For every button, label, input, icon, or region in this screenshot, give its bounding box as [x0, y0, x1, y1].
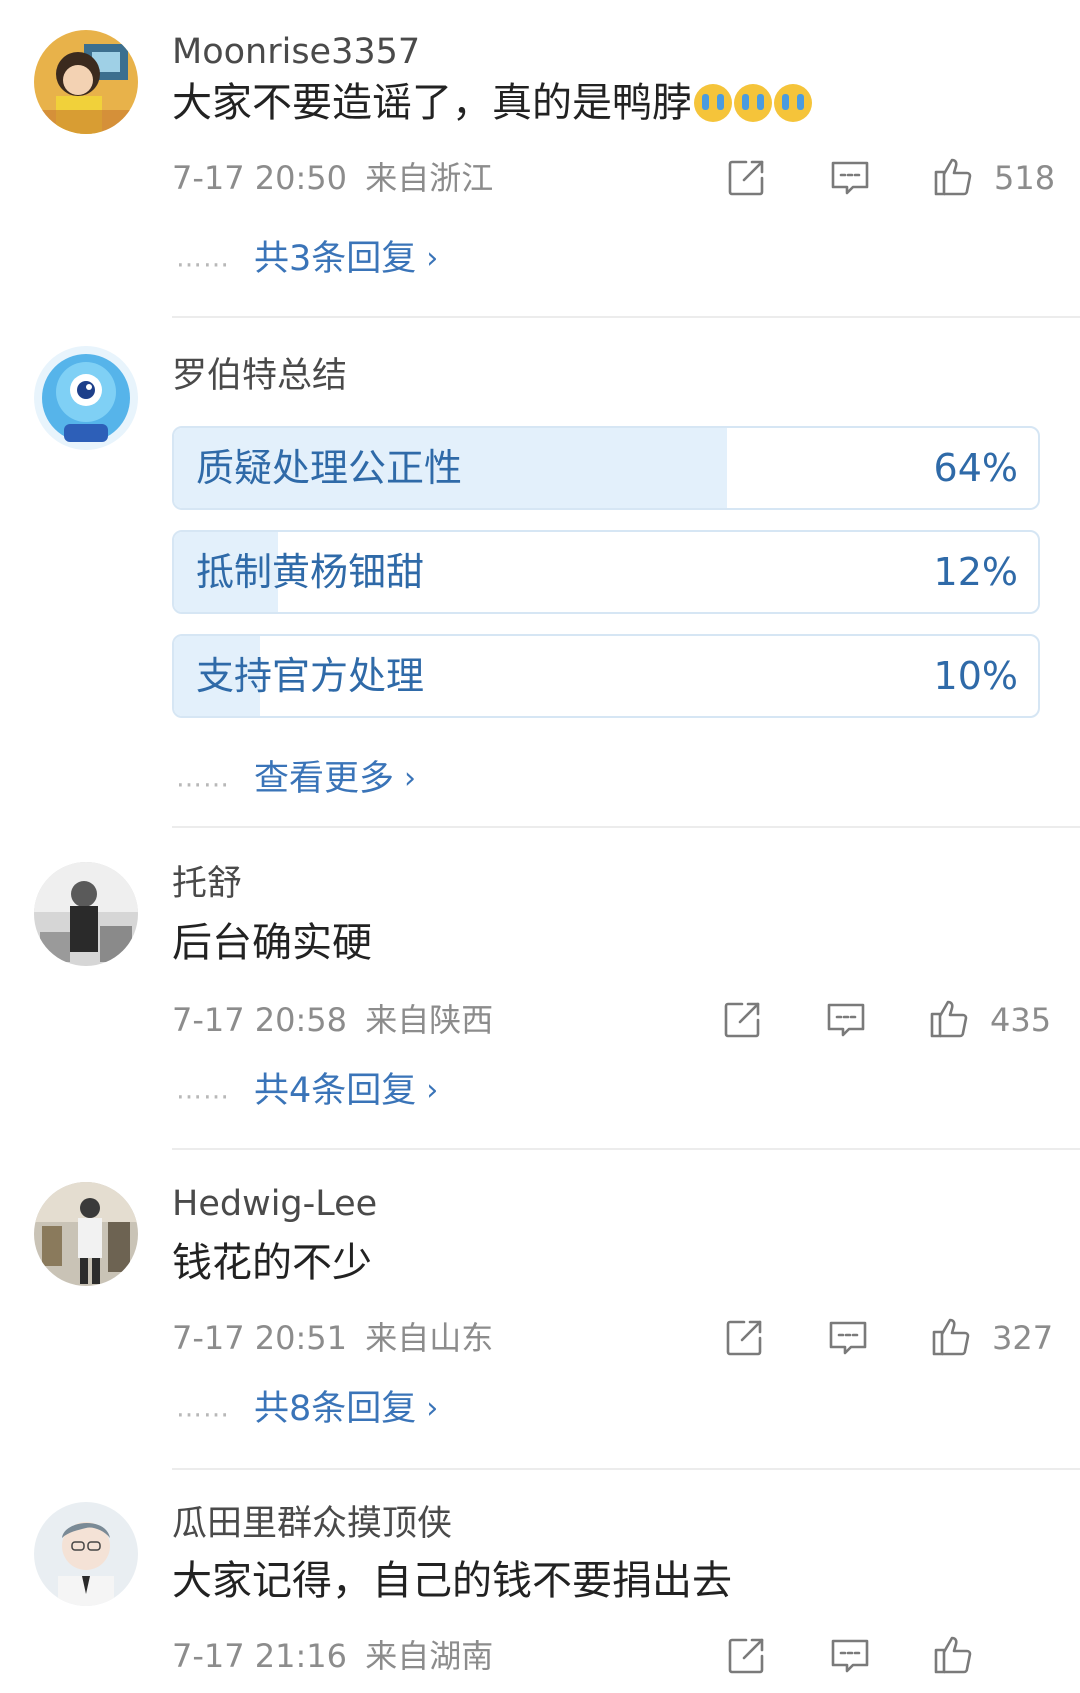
comment-item: Hedwig-Lee 钱花的不少 7-17 20:51 来自山东 327 …… 共…: [0, 1182, 1080, 1442]
like-count: 435: [990, 1001, 1052, 1039]
poll-option-label: 支持官方处理: [196, 654, 425, 698]
timestamp: 7-17 20:50: [172, 159, 348, 197]
like-count: 327: [992, 1319, 1054, 1357]
reply-row: …… 共8条回复 ›: [176, 1386, 438, 1431]
comment-icon[interactable]: [828, 1634, 872, 1678]
chevron-right-icon: ›: [404, 760, 417, 796]
like-count: 518: [994, 159, 1056, 197]
avatar[interactable]: [34, 1502, 138, 1606]
like-icon[interactable]: [928, 996, 972, 1040]
crying-emoji-icon: [734, 84, 772, 122]
location: 来自湖南: [365, 1637, 494, 1675]
dots: ……: [176, 763, 230, 794]
view-replies-link[interactable]: 共3条回复: [254, 239, 416, 279]
chevron-right-icon: ›: [426, 1390, 439, 1426]
comment-meta: 7-17 20:50 来自浙江: [172, 158, 493, 198]
username[interactable]: 罗伯特总结: [172, 354, 347, 398]
divider: [172, 316, 1080, 318]
dots: ……: [176, 1075, 230, 1106]
view-replies-link[interactable]: 共4条回复: [254, 1071, 416, 1111]
username[interactable]: 托舒: [172, 862, 242, 906]
divider: [172, 826, 1080, 828]
timestamp: 7-17 20:58: [172, 1001, 348, 1039]
location: 来自陕西: [365, 1001, 494, 1039]
chevron-right-icon: ›: [426, 240, 439, 276]
repost-icon[interactable]: [720, 998, 764, 1042]
comment-meta: 7-17 20:51 来自山东: [172, 1318, 493, 1358]
like-icon[interactable]: [932, 154, 976, 198]
like-icon[interactable]: [932, 1632, 976, 1676]
repost-icon[interactable]: [724, 156, 768, 200]
comment-meta: 7-17 20:58 来自陕西: [172, 1000, 493, 1040]
poll-option-label: 质疑处理公正性: [196, 446, 463, 490]
comment-text-content: 大家不要造谣了，真的是鸭脖: [172, 80, 692, 126]
divider: [172, 1468, 1080, 1470]
divider: [172, 1148, 1080, 1150]
poll-option-label: 抵制黄杨钿甜: [196, 550, 425, 594]
comment-item: Moonrise3357 大家不要造谣了，真的是鸭脖 7-17 20:50 来自…: [0, 30, 1080, 290]
comment-text: 后台确实硬: [172, 920, 372, 966]
comment-text: 钱花的不少: [172, 1240, 372, 1286]
view-replies-link[interactable]: 共8条回复: [254, 1389, 416, 1429]
username[interactable]: Hedwig-Lee: [172, 1182, 377, 1226]
repost-icon[interactable]: [722, 1316, 766, 1360]
comment-item: 托舒 后台确实硬 7-17 20:58 来自陕西 435 …… 共4条回复 ›: [0, 862, 1080, 1122]
comment-icon[interactable]: [824, 998, 868, 1042]
poll-option[interactable]: 支持官方处理 10%: [172, 634, 1040, 718]
poll-option[interactable]: 质疑处理公正性 64%: [172, 426, 1040, 510]
reply-row: …… 共3条回复 ›: [176, 236, 438, 281]
avatar[interactable]: [34, 346, 138, 450]
timestamp: 7-17 21:16: [172, 1637, 348, 1675]
username[interactable]: Moonrise3357: [172, 30, 420, 74]
view-more-link[interactable]: 查看更多: [254, 759, 394, 799]
poll-option-percent: 10%: [933, 654, 1018, 698]
avatar[interactable]: [34, 30, 138, 134]
crying-emoji-icon: [694, 84, 732, 122]
username[interactable]: 瓜田里群众摸顶侠: [172, 1502, 452, 1546]
comment-icon[interactable]: [826, 1316, 870, 1360]
crying-emoji-icon: [774, 84, 812, 122]
reply-row: …… 共4条回复 ›: [176, 1068, 438, 1113]
comment-item: 瓜田里群众摸顶侠 大家记得，自己的钱不要捐出去 7-17 21:16 来自湖南: [0, 1502, 1080, 1693]
timestamp: 7-17 20:51: [172, 1319, 348, 1357]
poll-option[interactable]: 抵制黄杨钿甜 12%: [172, 530, 1040, 614]
poll-item: 罗伯特总结 质疑处理公正性 64% 抵制黄杨钿甜 12% 支持官方处理 10% …: [0, 346, 1080, 806]
location: 来自浙江: [365, 159, 494, 197]
comment-text: 大家记得，自己的钱不要捐出去: [172, 1558, 732, 1604]
location: 来自山东: [365, 1319, 494, 1357]
more-row: …… 查看更多 ›: [176, 756, 416, 801]
chevron-right-icon: ›: [426, 1072, 439, 1108]
comment-meta: 7-17 21:16 来自湖南: [172, 1636, 493, 1676]
poll-option-percent: 12%: [933, 550, 1018, 594]
avatar[interactable]: [34, 862, 138, 966]
repost-icon[interactable]: [724, 1634, 768, 1678]
avatar[interactable]: [34, 1182, 138, 1286]
comment-text: 大家不要造谣了，真的是鸭脖: [172, 78, 812, 128]
dots: ……: [176, 1393, 230, 1424]
comment-icon[interactable]: [828, 156, 872, 200]
dots: ……: [176, 243, 230, 274]
poll-option-percent: 64%: [933, 446, 1018, 490]
like-icon[interactable]: [930, 1314, 974, 1358]
